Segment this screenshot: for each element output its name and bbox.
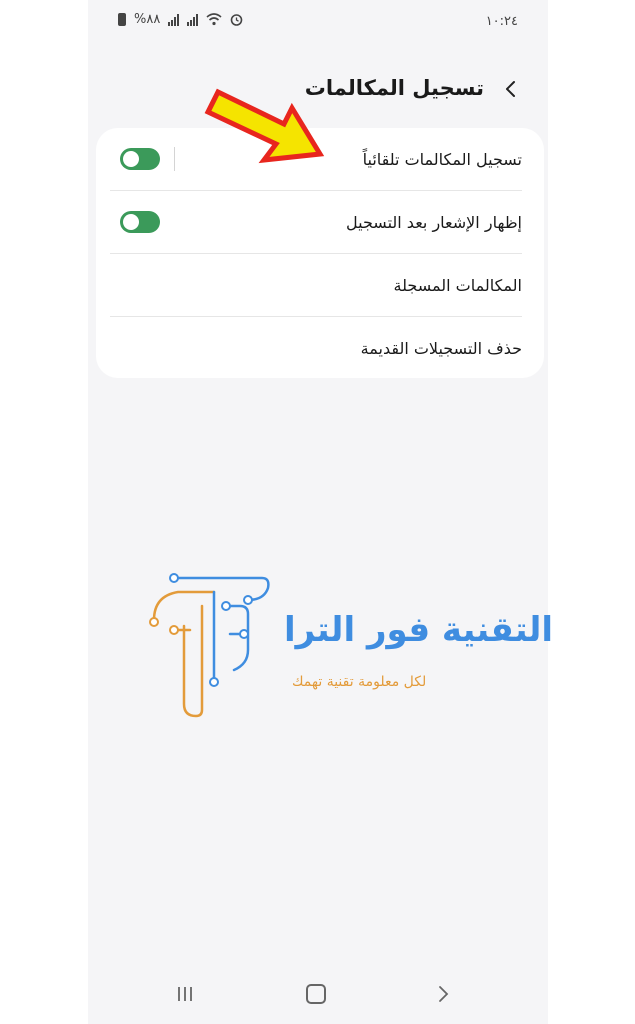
status-time: ١٠:٢٤ — [485, 14, 518, 29]
navigation-bar — [88, 968, 548, 1024]
phone-screen: %٨٨ ١٠:٢٤ تسجيل المكالمات تسجيل المكالما… — [88, 0, 553, 1024]
auto-record-toggle[interactable] — [120, 148, 160, 170]
wifi-icon — [206, 13, 222, 26]
setting-label: حذف التسجيلات القديمة — [360, 338, 522, 358]
signal-icon — [168, 13, 180, 26]
page-title: تسجيل المكالمات — [304, 76, 484, 100]
divider-vertical — [174, 147, 175, 171]
show-notification-toggle[interactable] — [120, 211, 160, 233]
watermark-logo: التقنية فور الترا لكل معلومة تقنية تهمك — [144, 570, 553, 720]
setting-label: المكالمات المسجلة — [393, 275, 522, 295]
status-bar: %٨٨ ١٠:٢٤ — [88, 0, 548, 50]
setting-delete-old-recordings[interactable]: حذف التسجيلات القديمة — [110, 317, 522, 379]
status-icons: %٨٨ — [118, 12, 243, 27]
watermark-tagline: لكل معلومة تقنية تهمك — [292, 674, 427, 690]
home-button-icon[interactable] — [306, 984, 326, 1004]
setting-label: إظهار الإشعار بعد التسجيل — [346, 212, 522, 232]
setting-show-notification[interactable]: إظهار الإشعار بعد التسجيل — [110, 191, 522, 253]
battery-percent: %٨٨ — [134, 12, 161, 27]
signal-icon-2 — [187, 13, 199, 26]
back-nav-icon[interactable] — [436, 984, 450, 1004]
alarm-icon — [231, 14, 243, 26]
circuit-t-logo-icon — [149, 573, 270, 718]
recent-apps-icon[interactable] — [176, 986, 194, 1002]
chevron-right-back-icon[interactable] — [502, 80, 520, 98]
setting-label: تسجيل المكالمات تلقائياً — [362, 149, 522, 169]
setting-recorded-calls[interactable]: المكالمات المسجلة — [110, 254, 522, 316]
annotation-arrow-icon — [204, 88, 325, 164]
battery-icon — [118, 13, 126, 26]
watermark-title: التقنية فور الترا — [284, 610, 554, 650]
